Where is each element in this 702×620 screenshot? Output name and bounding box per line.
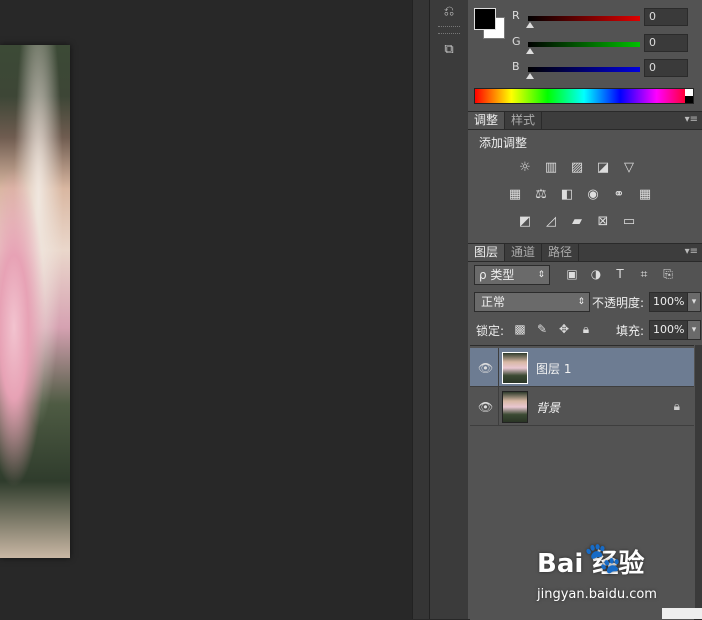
tab-layers[interactable]: 图层 xyxy=(468,244,506,261)
visibility-eye-icon[interactable]: 👁︎ xyxy=(478,400,493,414)
adjustments-title: 添加调整 xyxy=(479,136,528,150)
invert-icon[interactable]: ◩ xyxy=(516,213,534,229)
watermark-url: jingyan.baidu.com xyxy=(537,587,657,602)
shape-filter-icon[interactable]: ⌗ xyxy=(636,266,652,282)
opacity-label: 不透明度: xyxy=(592,296,645,310)
color-panel: R 0 G 0 B 0 xyxy=(468,0,702,110)
dock-grip[interactable] xyxy=(438,26,460,34)
gradient-map-icon[interactable]: ▭ xyxy=(620,213,638,229)
adjustments-row-2: ▦ ⚖ ◧ ◉ ⚭ ▦ xyxy=(506,186,654,202)
color-slider-g[interactable]: G 0 xyxy=(512,32,702,54)
layer-row-layer-1[interactable]: 👁︎ 图层 1 xyxy=(470,348,694,387)
channel-bar[interactable] xyxy=(528,42,640,47)
layer-thumbnail[interactable] xyxy=(502,391,528,423)
brightness-contrast-icon[interactable]: ☼ xyxy=(516,159,534,175)
lock-options: ▩ ✎ ✥ 🔒︎ xyxy=(513,322,593,337)
baidu-jingyan-watermark: Bai 经验 🐾 jingyan.baidu.com xyxy=(537,541,697,605)
pixel-filter-icon[interactable]: ▣ xyxy=(564,266,580,282)
lock-all-icon[interactable]: 🔒︎ xyxy=(579,322,593,336)
curves-icon[interactable]: ▨ xyxy=(568,159,586,175)
visibility-eye-icon[interactable]: 👁︎ xyxy=(478,361,493,375)
channel-bar[interactable] xyxy=(528,16,640,21)
slider-thumb[interactable] xyxy=(526,22,534,28)
panel-menu-icon[interactable]: ▾≡ xyxy=(685,114,698,125)
hue-saturation-icon[interactable]: ▦ xyxy=(506,186,524,202)
adjustments-row-1: ☼ ▥ ▨ ◪ ▽ xyxy=(516,159,638,175)
adjustments-row-3: ◩ ◿ ▰ ⊠ ▭ xyxy=(516,213,638,229)
tab-styles[interactable]: 样式 xyxy=(505,112,543,129)
tab-channels[interactable]: 通道 xyxy=(505,244,543,261)
canvas-vertical-scrollbar[interactable] xyxy=(412,0,429,619)
opacity-field[interactable]: 100% xyxy=(649,292,688,312)
channel-value-field[interactable]: 0 xyxy=(644,34,688,52)
type-filter-icon[interactable]: T xyxy=(612,266,628,282)
corner-badge xyxy=(662,608,702,619)
lock-position-icon[interactable]: ✥ xyxy=(557,322,571,336)
color-lookup-icon[interactable]: ▦ xyxy=(636,186,654,202)
channel-label: G xyxy=(512,35,521,48)
photo-image[interactable] xyxy=(0,45,70,558)
slider-thumb[interactable] xyxy=(526,73,534,79)
tab-adjustments[interactable]: 调整 xyxy=(468,112,506,129)
smart-object-filter-icon[interactable]: ⎘ xyxy=(660,266,676,282)
color-spectrum-ramp[interactable] xyxy=(474,88,694,104)
tab-paths[interactable]: 路径 xyxy=(542,244,580,261)
layer-filter-icons: ▣ ◑ T ⌗ ⎘ xyxy=(564,266,676,282)
color-slider-b[interactable]: B 0 xyxy=(512,57,702,79)
adjustment-filter-icon[interactable]: ◑ xyxy=(588,266,604,282)
updown-arrow-icon: ⇕ xyxy=(577,297,585,307)
channel-label: B xyxy=(512,60,520,73)
levels-icon[interactable]: ▥ xyxy=(542,159,560,175)
fill-dropdown-icon[interactable]: ▾ xyxy=(687,320,701,340)
vibrance-icon[interactable]: ▽ xyxy=(620,159,638,175)
color-slider-r[interactable]: R 0 xyxy=(512,6,702,28)
lock-icon[interactable]: 🔒︎ xyxy=(674,399,680,414)
slider-thumb[interactable] xyxy=(526,48,534,54)
black-white-icon[interactable]: ◧ xyxy=(558,186,576,202)
photo-filter-icon[interactable]: ◉ xyxy=(584,186,602,202)
properties-icon[interactable]: ⧉ xyxy=(430,38,468,60)
exposure-icon[interactable]: ◪ xyxy=(594,159,612,175)
blend-mode-select[interactable]: 正常 ⇕ xyxy=(474,292,590,312)
selective-color-icon[interactable]: ⊠ xyxy=(594,213,612,229)
channel-value-field[interactable]: 0 xyxy=(644,59,688,77)
channel-bar[interactable] xyxy=(528,67,640,72)
fill-field[interactable]: 100% xyxy=(649,320,688,340)
collapsed-panel-dock: ⎌ ⧉ xyxy=(429,0,469,619)
lock-transparency-icon[interactable]: ▩ xyxy=(513,322,527,336)
channel-value-field[interactable]: 0 xyxy=(644,8,688,26)
layer-row-background[interactable]: 👁︎ 背景 🔒︎ xyxy=(470,387,694,426)
layer-name[interactable]: 背景 xyxy=(536,399,560,416)
opacity-dropdown-icon[interactable]: ▾ xyxy=(687,292,701,312)
layer-thumbnail[interactable] xyxy=(502,352,528,384)
layer-filter-select[interactable]: ρ 类型 ⇕ xyxy=(474,265,550,285)
divider xyxy=(498,387,499,425)
channel-mixer-icon[interactable]: ⚭ xyxy=(610,186,628,202)
right-panels: R 0 G 0 B 0 调整 样式 ▾≡ 添加调整 ☼ ▥ ▨ ◪ ▽ ▦ ⚖ … xyxy=(468,0,702,620)
color-balance-icon[interactable]: ⚖ xyxy=(532,186,550,202)
panel-menu-icon[interactable]: ▾≡ xyxy=(685,246,698,257)
history-icon[interactable]: ⎌ xyxy=(430,0,468,22)
layers-tabbar: 图层 通道 路径 ▾≡ xyxy=(468,243,702,262)
document-canvas[interactable] xyxy=(0,0,412,619)
fill-label: 填充: xyxy=(616,324,645,338)
lock-image-pixels-icon[interactable]: ✎ xyxy=(535,322,549,336)
divider xyxy=(498,348,499,386)
paw-logo-icon: 🐾 xyxy=(584,541,622,576)
blend-mode-value: 正常 xyxy=(481,295,506,309)
channel-label: R xyxy=(512,9,520,22)
layer-name[interactable]: 图层 1 xyxy=(536,360,571,377)
lock-label: 锁定: xyxy=(476,324,505,338)
updown-arrow-icon: ⇕ xyxy=(537,270,545,280)
filter-select-label: ρ 类型 xyxy=(479,268,515,282)
adjustments-tabbar: 调整 样式 ▾≡ xyxy=(468,111,702,130)
posterize-icon[interactable]: ◿ xyxy=(542,213,560,229)
threshold-icon[interactable]: ▰ xyxy=(568,213,586,229)
foreground-color-swatch[interactable] xyxy=(474,8,496,30)
